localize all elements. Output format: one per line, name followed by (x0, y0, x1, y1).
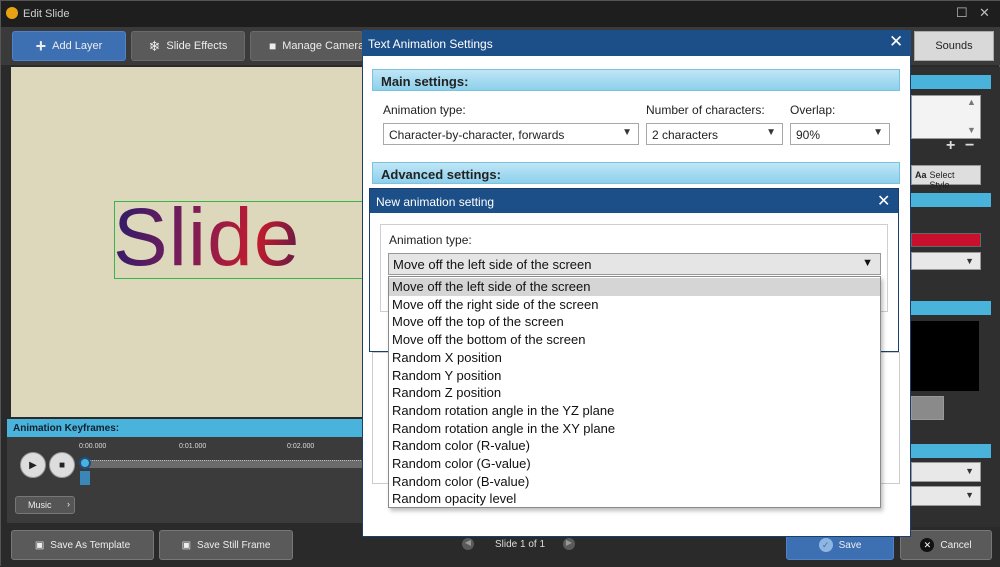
chevron-down-icon: ▼ (873, 127, 883, 138)
window-title: Edit Slide (23, 8, 70, 20)
right-panel-header-3 (911, 301, 991, 315)
cancel-icon: ✕ (920, 538, 935, 552)
camera-icon: ■ (269, 39, 277, 53)
tab-sounds[interactable]: Sounds (914, 31, 994, 61)
timeline-tick: 0:00.000 (79, 443, 107, 450)
slide-counter: Slide 1 of 1 (495, 539, 546, 550)
save-still-frame-label: Save Still Frame (197, 539, 271, 551)
dropdown-option[interactable]: Move off the right side of the screen (389, 296, 880, 314)
animation-type-value: Character-by-character, forwards (389, 128, 565, 142)
number-of-characters-select[interactable]: 2 characters ▼ (646, 123, 783, 145)
new-animation-dialog-title: New animation setting (370, 189, 898, 213)
right-panel-dropdown-2[interactable]: ▼ (911, 462, 981, 482)
animation-type-dropdown-list[interactable]: Move off the left side of the screen Mov… (388, 276, 881, 508)
music-button[interactable]: Music › (15, 496, 75, 514)
next-slide-icon[interactable]: ▶ (563, 538, 575, 550)
new-animation-title-text: New animation setting (376, 195, 495, 209)
dropdown-option[interactable]: Move off the bottom of the screen (389, 331, 880, 349)
right-panel-header-1 (911, 75, 991, 89)
close-window-icon[interactable]: ✕ (979, 5, 990, 21)
new-animation-type-select[interactable]: Move off the left side of the screen ▼ (388, 253, 881, 275)
window-titlebar: Edit Slide ☐ ✕ (1, 1, 1000, 27)
overlap-select[interactable]: 90% ▼ (790, 123, 890, 145)
play-button[interactable]: ▶ (20, 452, 46, 478)
close-icon[interactable]: ✕ (889, 32, 903, 52)
timeline-tick: 0:01.000 (179, 443, 207, 450)
checkmark-icon: ✓ (818, 538, 833, 552)
frame-icon: ▣ (181, 539, 192, 551)
right-panel-dropdown-1[interactable]: ▼ (911, 252, 981, 270)
add-layer-label: Add Layer (52, 40, 103, 52)
save-as-template-label: Save As Template (50, 539, 131, 551)
overlap-label: Overlap: (790, 103, 836, 117)
number-of-characters-label: Number of characters: (646, 103, 765, 117)
right-panel-button[interactable] (911, 396, 944, 420)
manage-camera-button[interactable]: ■ Manage Camera (250, 31, 363, 61)
chevron-down-icon: ▼ (622, 127, 632, 138)
animation-type-label: Animation type: (383, 103, 466, 117)
snowflake-icon: ❄ (148, 37, 161, 54)
dropdown-option[interactable]: Random Z position (389, 384, 880, 402)
app-logo-icon (6, 7, 18, 19)
stop-icon: ■ (58, 459, 66, 471)
save-as-template-button[interactable]: ▣ Save As Template (11, 530, 154, 560)
prev-slide-icon[interactable]: ◀ (462, 538, 474, 550)
plus-icon: + (35, 35, 47, 56)
close-icon[interactable]: ✕ (877, 191, 890, 211)
music-label: Music (28, 500, 52, 510)
timeline-track[interactable] (85, 460, 363, 468)
play-icon: ▶ (29, 459, 37, 471)
dropdown-option[interactable]: Random color (R-value) (389, 437, 880, 455)
dropdown-option[interactable]: Move off the top of the screen (389, 313, 880, 331)
animation-type-select[interactable]: Character-by-character, forwards ▼ (383, 123, 639, 145)
main-settings-header: Main settings: (372, 69, 900, 91)
color-swatch[interactable] (911, 233, 981, 247)
overlap-value: 90% (796, 128, 821, 142)
text-animation-dialog-title: Text Animation Settings (362, 30, 911, 56)
save-still-frame-button[interactable]: ▣ Save Still Frame (159, 530, 293, 560)
dropdown-option[interactable]: Random color (B-value) (389, 473, 880, 491)
number-of-characters-value: 2 characters (652, 128, 719, 142)
cancel-button[interactable]: ✕ Cancel (900, 530, 992, 560)
chevron-down-icon: ▼ (862, 257, 873, 269)
preview-box (911, 321, 979, 391)
dropdown-option[interactable]: Random rotation angle in the XY plane (389, 420, 880, 438)
text-layer-selection-box[interactable] (114, 201, 364, 279)
add-layer-button[interactable]: + Add Layer (12, 31, 126, 61)
dialog-title-text: Text Animation Settings (368, 37, 493, 51)
scroll-up-icon[interactable]: ▲ (967, 97, 976, 107)
chevron-right-icon: › (67, 499, 70, 509)
right-panel-header-2 (911, 193, 991, 207)
dropdown-option[interactable]: Random rotation angle in the YZ plane (389, 402, 880, 420)
keyframes-title: Animation Keyframes: (7, 419, 363, 437)
new-animation-type-label: Animation type: (389, 233, 472, 247)
dropdown-option[interactable]: Move off the left side of the screen (389, 278, 880, 296)
select-style-button[interactable]: Aa Select Style (911, 165, 981, 190)
new-animation-type-value: Move off the left side of the screen (393, 257, 592, 272)
dropdown-option[interactable]: Random X position (389, 349, 880, 367)
chevron-down-icon: ▼ (766, 127, 776, 138)
dropdown-option[interactable]: Random color (G-value) (389, 455, 880, 473)
playhead-marker[interactable] (79, 457, 91, 487)
scroll-down-icon[interactable]: ▼ (967, 125, 976, 135)
advanced-settings-header: Advanced settings: (372, 162, 900, 184)
right-panel-dropdown-3[interactable]: ▼ (911, 486, 981, 506)
save-label: Save (838, 539, 862, 551)
right-panel-header-4 (911, 444, 991, 458)
add-style-icon[interactable]: + (946, 137, 955, 155)
template-icon: ▣ (34, 539, 45, 551)
font-style-icon: Aa (915, 170, 927, 180)
select-style-label: Select Style (929, 170, 955, 190)
dropdown-option[interactable]: Random opacity level (389, 490, 880, 508)
dropdown-option[interactable]: Random Y position (389, 367, 880, 385)
slide-effects-label: Slide Effects (166, 40, 228, 52)
remove-style-icon[interactable]: − (965, 137, 974, 155)
cancel-label: Cancel (940, 539, 972, 551)
slide-effects-button[interactable]: ❄ Slide Effects (131, 31, 245, 61)
timeline-tick: 0:02.000 (287, 443, 315, 450)
manage-camera-label: Manage Camera (282, 40, 363, 52)
stop-button[interactable]: ■ (49, 452, 75, 478)
maximize-icon[interactable]: ☐ (956, 5, 968, 21)
